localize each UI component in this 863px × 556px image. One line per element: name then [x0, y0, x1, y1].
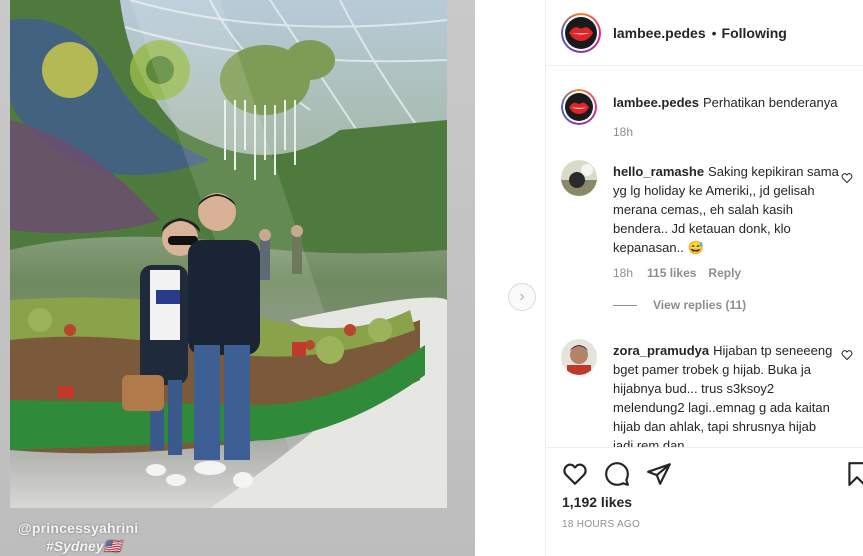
reply-button[interactable]: Reply [708, 266, 741, 280]
author-username[interactable]: lambee.pedes [613, 25, 706, 41]
post-actions: 1,192 likes 18 HOURS AGO [546, 447, 863, 556]
separator-dot: • [711, 24, 717, 41]
like-comment-heart-icon[interactable] [841, 349, 853, 361]
image-mention: @princessyahrini [18, 520, 139, 536]
caption-comment: lambee.pedes Perhatikan benderanya 18h [561, 89, 853, 149]
author-avatar[interactable] [561, 12, 601, 53]
comment-username[interactable]: zora_pramudya [613, 343, 709, 358]
comment-icon[interactable] [604, 461, 630, 487]
comment-body: lambee.pedes Perhatikan benderanya [613, 93, 839, 112]
bookmark-icon[interactable] [844, 461, 863, 487]
comment-item: hello_ramashe Saking kepikiran sama yg lg… [561, 160, 853, 320]
post-photo[interactable] [10, 0, 447, 508]
comment-body: zora_pramudya Hijaban tp seneeeng bget pa… [613, 341, 839, 447]
view-replies-label: View replies (11) [653, 298, 747, 312]
post-details-panel: lambee.pedes • Following lambee.pedes Pe… [545, 0, 863, 556]
comment-time[interactable]: 18h [613, 125, 633, 139]
image-caption-overlay: @princessyahrini #Sydney🇺🇸 [18, 520, 138, 555]
comment-username[interactable]: hello_ramashe [613, 164, 704, 179]
post-likes-count[interactable]: 1,192 likes [562, 494, 632, 510]
comment-meta: 18h 115 likes Reply [613, 266, 741, 280]
post-media: @princessyahrini #Sydney🇺🇸 › [0, 0, 545, 556]
photo-illustration [10, 0, 447, 508]
avatar[interactable] [561, 160, 597, 196]
lips-logo-icon [565, 16, 597, 49]
comments-list[interactable]: lambee.pedes Perhatikan benderanya 18h h… [546, 67, 863, 447]
comment-text: Hijaban tp seneeeng bget pamer trobek g … [613, 343, 833, 447]
comment-meta: 18h [613, 125, 633, 139]
instagram-post-view: @princessyahrini #Sydney🇺🇸 › lambee.pede… [0, 0, 863, 556]
chevron-right-icon: › [519, 288, 525, 305]
comment-username[interactable]: lambee.pedes [613, 95, 699, 110]
replies-divider [613, 304, 637, 306]
comment-likes[interactable]: 115 likes [647, 266, 696, 280]
next-image-button[interactable]: › [508, 283, 536, 311]
action-icons-row [562, 461, 672, 487]
comment-body: hello_ramashe Saking kepikiran sama yg lg… [613, 162, 839, 257]
comment-time[interactable]: 18h [613, 266, 633, 280]
view-replies-button[interactable]: View replies (11) [613, 298, 746, 312]
heart-icon[interactable] [562, 461, 588, 487]
media-side-padding [475, 0, 545, 556]
following-button[interactable]: Following [722, 25, 787, 41]
like-comment-heart-icon[interactable] [841, 172, 853, 184]
share-icon[interactable] [646, 461, 672, 487]
comment-text: Perhatikan benderanya [703, 95, 838, 110]
avatar[interactable] [561, 339, 597, 375]
post-timestamp[interactable]: 18 HOURS AGO [562, 519, 640, 530]
avatar[interactable] [561, 89, 597, 125]
image-hashtag: #Sydney🇺🇸 [46, 538, 122, 554]
lips-logo-icon [565, 93, 593, 121]
comment-item: zora_pramudya Hijaban tp seneeeng bget pa… [561, 339, 853, 447]
header-user-info: lambee.pedes • Following [613, 25, 787, 41]
post-header: lambee.pedes • Following [546, 0, 863, 66]
